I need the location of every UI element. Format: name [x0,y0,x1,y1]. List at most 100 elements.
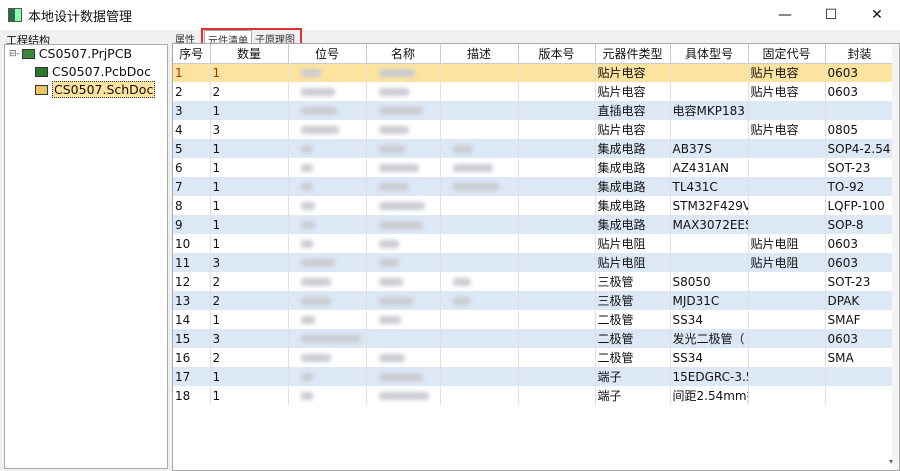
column-header[interactable]: 描述 [440,44,519,64]
cell-code [748,310,826,329]
cell-code [748,101,826,120]
column-header[interactable]: 版本号 [518,44,596,64]
redacted-text [300,88,335,96]
cell-qty: 1 [210,158,289,177]
close-button[interactable]: ✕ [854,0,900,30]
cell-redacted [440,234,519,253]
vertical-scrollbar[interactable] [892,44,899,470]
tree-node-pcbdoc[interactable]: CS0507.PcbDoc [35,64,151,79]
cell-code [748,348,826,367]
cell-redacted [440,177,519,196]
column-header[interactable]: 固定代号 [748,44,826,64]
cell-pkg: 0603 [825,63,895,82]
cell-redacted [288,158,367,177]
redacted-text [378,297,413,305]
maximize-button[interactable]: ☐ [808,0,854,30]
column-header[interactable]: 名称 [366,44,441,64]
cell-redacted [288,196,367,215]
cell-redacted [440,101,519,120]
table-row[interactable]: 181 端子间距2.54mm排 [173,386,895,405]
cell-type: 二极管 [595,310,671,329]
cell-model: AZ431AN [670,158,749,177]
redacted-text [300,240,313,248]
cell-type: 三极管 [595,291,671,310]
cell-code [748,158,826,177]
cell-pkg: 0603 [825,82,895,101]
cell-pkg: 0603 [825,234,895,253]
tree-node-project[interactable]: ⊟- CS0507.PrjPCB [9,46,132,61]
cell-redacted [366,253,441,272]
cell-code [748,177,826,196]
column-header[interactable]: 封装 [825,44,895,64]
column-header[interactable]: 数量 [210,44,289,64]
column-header[interactable]: 位号 [288,44,367,64]
table-row[interactable]: 5 1 集成电路 AB37S SOP4-2.54 [173,139,895,158]
cell-redacted [288,82,367,101]
cell-redacted [518,139,596,158]
table-row[interactable]: 1 1 贴片电容 贴片电容 0603 [173,63,895,82]
cell-type: 贴片电容 [595,63,671,82]
redacted-text [300,126,339,134]
cell-qty: 2 [210,348,289,367]
redacted-text [300,107,337,115]
cell-idx: 3 [173,101,211,120]
table-row[interactable]: 2 2 贴片电容 贴片电容 0603 [173,82,895,101]
column-header[interactable]: 序号 [173,44,211,64]
column-header[interactable]: 元器件类型 [595,44,671,64]
table-row[interactable]: 6 1 集成电路 AZ431AN SOT-23 [173,158,895,177]
cell-idx: 15 [173,329,211,348]
pcbdoc-label: CS0507.PcbDoc [52,64,151,79]
cell-type: 集成电路 [595,139,671,158]
table-row[interactable]: 17 1 端子 15EDGRC-3.5 [173,367,895,386]
tab-properties[interactable]: 属性 [172,30,198,46]
cell-type: 二极管 [595,329,671,348]
app-icon [8,8,22,22]
table-row[interactable]: 14 1 二极管 SS34 SMAF [173,310,895,329]
cell-redacted [366,329,441,348]
table-row[interactable]: 4 3 贴片电容 贴片电容 0805 [173,120,895,139]
collapse-icon[interactable]: ⊟- [9,49,20,59]
cell-model: MAX3072EES [670,215,749,234]
scroll-down-arrow[interactable]: ▾ [889,457,893,466]
redacted-text [378,145,405,153]
cell-type: 端子 [595,386,671,405]
table-row[interactable]: 8 1 集成电路 STM32F429V LQFP-100 [173,196,895,215]
tree-node-schdoc[interactable]: CS0507.SchDoc [35,81,156,98]
component-table[interactable]: 序号 数量 位号 名称 描述 版本号 元器件类型 具体型号 固定代号 封装 1 1 贴片电容 贴片电容 0… [172,43,900,471]
cell-redacted [518,234,596,253]
cell-redacted [288,348,367,367]
cell-idx: 13 [173,291,211,310]
table-row[interactable]: 11 3 贴片电阻 贴片电阻 0603 [173,253,895,272]
cell-redacted [518,272,596,291]
table-row[interactable]: 10 1 贴片电阻 贴片电阻 0603 [173,234,895,253]
cell-type: 集成电路 [595,158,671,177]
cell-pkg: SOT-23 [825,158,895,177]
cell-pkg [825,101,895,120]
cell-type: 贴片电阻 [595,234,671,253]
cell-redacted [440,139,519,158]
cell-redacted [366,367,441,386]
cell-qty: 3 [210,329,289,348]
table-row[interactable]: 3 1 直插电容 电容MKP183 [173,101,895,120]
table-row[interactable]: 7 1 集成电路 TL431C TO-92 [173,177,895,196]
project-tree[interactable]: ⊟- CS0507.PrjPCB CS0507.PcbDoc CS0507.Sc… [4,44,168,469]
cell-redacted [518,310,596,329]
table-row[interactable]: 13 2 三极管 MJD31C DPAK [173,291,895,310]
table-row[interactable]: 15 3 二极管 发光二极管（ 0603 [173,329,895,348]
cell-model: MJD31C [670,291,749,310]
cell-idx: 7 [173,177,211,196]
redacted-text [378,69,415,78]
cell-redacted [518,82,596,101]
cell-code: 贴片电容 [748,120,826,139]
table-row[interactable]: 12 2 三极管 S8050 SOT-23 [173,272,895,291]
column-header[interactable]: 具体型号 [670,44,749,64]
project-icon [21,48,35,59]
cell-type: 直插电容 [595,101,671,120]
cell-qty: 2 [210,82,289,101]
table-row[interactable]: 9 1 集成电路 MAX3072EES SOP-8 [173,215,895,234]
cell-qty: 3 [210,120,289,139]
minimize-button[interactable]: — [762,0,808,30]
cell-pkg: SMAF [825,310,895,329]
cell-redacted [440,291,519,310]
table-row[interactable]: 16 2 二极管 SS34 SMA [173,348,895,367]
